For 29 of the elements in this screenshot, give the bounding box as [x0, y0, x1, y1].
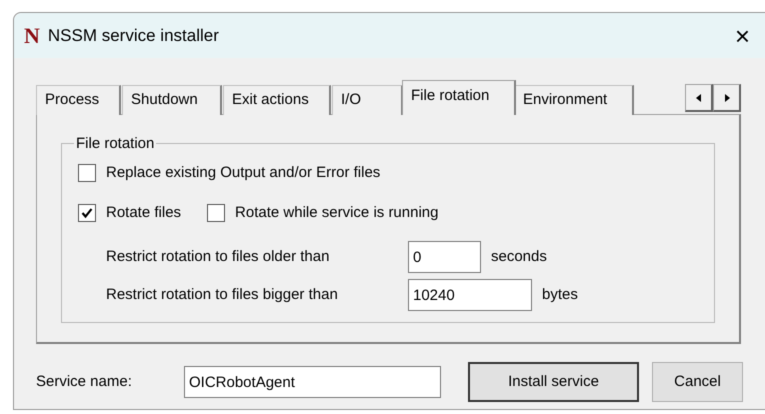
- checkbox[interactable]: [207, 204, 226, 222]
- unit-label: bytes: [542, 284, 578, 305]
- checkbox-label: Rotate files: [106, 202, 182, 223]
- service-name-field[interactable]: OICRobotAgent: [184, 366, 441, 398]
- checkbox-label: Rotate while service is running: [235, 202, 438, 223]
- tab[interactable]: I/O: [332, 85, 403, 115]
- unit-label: seconds: [491, 246, 547, 267]
- close-button[interactable]: ×: [732, 22, 752, 48]
- tab[interactable]: File rotation: [402, 80, 516, 115]
- checkbox[interactable]: [78, 204, 96, 222]
- checkbox-label: Replace existing Output and/or Error files: [106, 162, 380, 183]
- input-field[interactable]: 0: [408, 241, 481, 273]
- tab[interactable]: Environment: [514, 85, 634, 115]
- field-label: Restrict rotation to files older than: [106, 246, 330, 267]
- field-label: Service name:: [36, 372, 133, 392]
- field-label: Restrict rotation to files bigger than: [106, 284, 339, 305]
- scroll-right-button[interactable]: [713, 84, 741, 112]
- install-button[interactable]: Install service: [468, 362, 639, 402]
- input-field[interactable]: 10240: [408, 279, 532, 311]
- app-logo: N: [24, 22, 40, 50]
- check-icon: [81, 207, 93, 219]
- checkbox[interactable]: [78, 164, 96, 182]
- tab[interactable]: Process: [36, 85, 121, 115]
- tab[interactable]: Exit actions: [223, 85, 331, 115]
- scroll-left-button[interactable]: [685, 84, 713, 112]
- window-title: NSSM service installer: [48, 24, 219, 47]
- tab[interactable]: Shutdown: [122, 85, 222, 115]
- left-arrow-icon: [694, 92, 704, 104]
- cancel-button[interactable]: Cancel: [652, 362, 743, 402]
